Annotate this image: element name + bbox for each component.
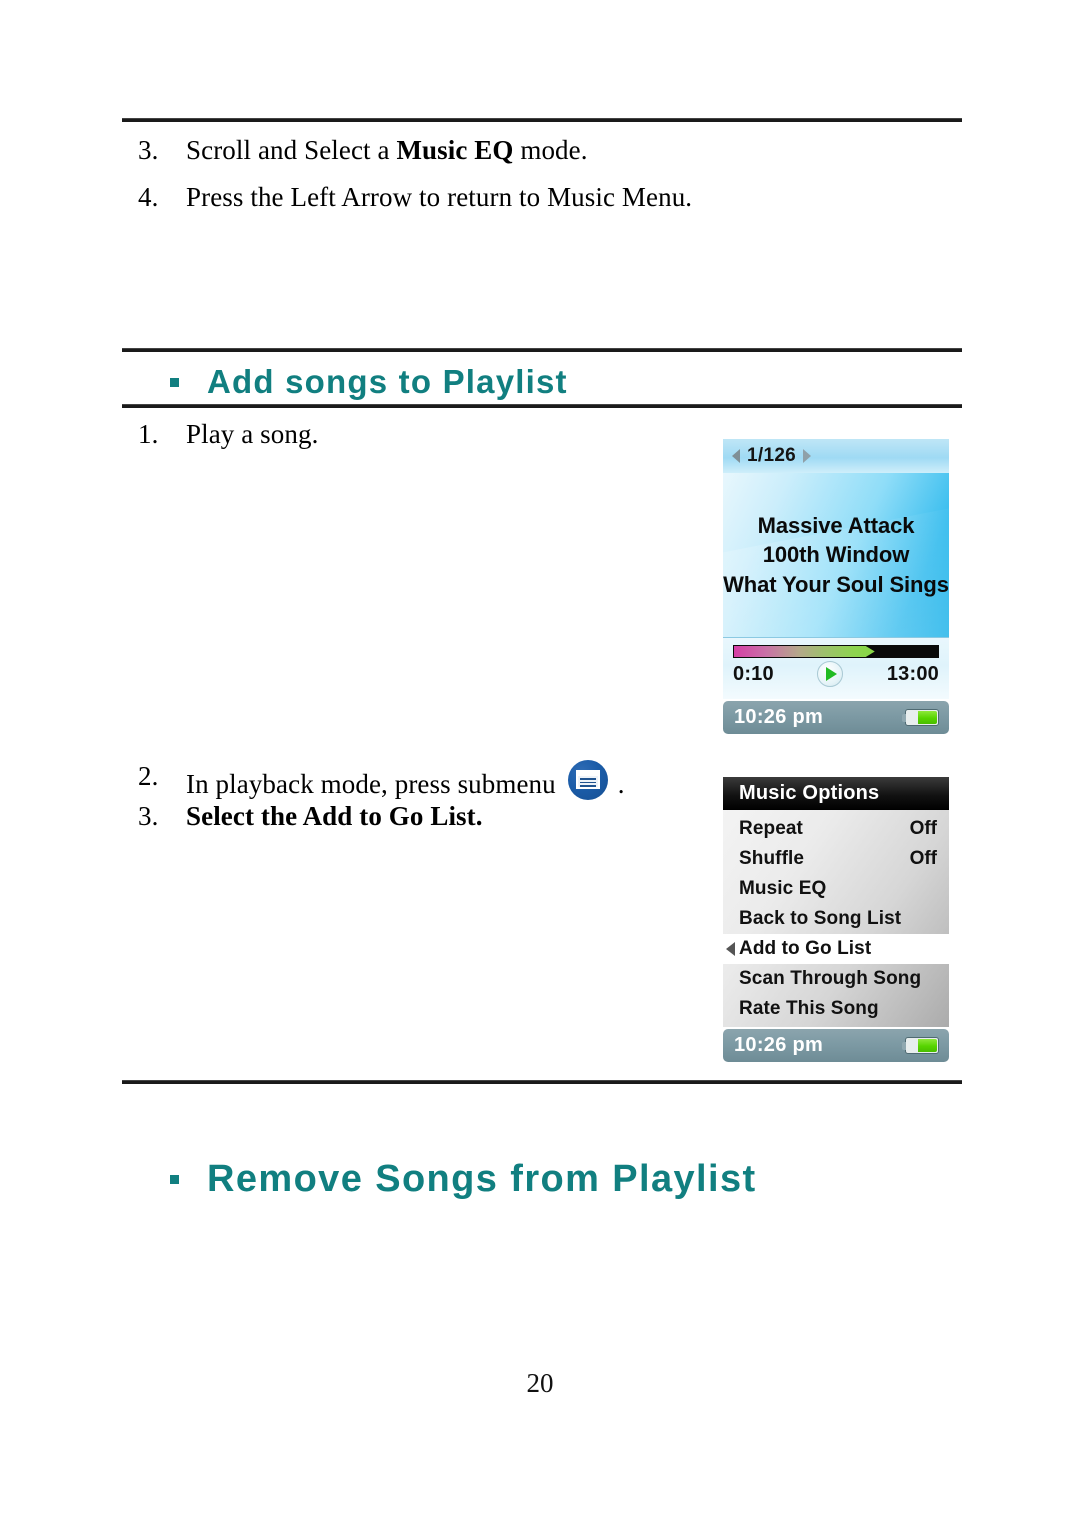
step-number: 4.: [138, 182, 159, 212]
menu-list: Repeat Off Shuffle Off Music EQ Back to …: [723, 810, 949, 1027]
document-page: 3. Scroll and Select a Music EQ mode. 4.…: [0, 0, 1080, 1533]
step-1-play-a-song: 1. Play a song.: [138, 418, 318, 452]
step-number: 2.: [138, 761, 159, 791]
heading-text: Add songs to Playlist: [207, 363, 568, 400]
step-text: Press the Left Arrow to return to Music …: [186, 182, 693, 212]
clock: 10:26 pm: [734, 1034, 824, 1056]
menu-status-bar: 10:26 pm: [723, 1029, 949, 1062]
step-bold: Add to Go List.: [302, 801, 483, 831]
menu-item-label: Shuffle: [739, 848, 805, 869]
elapsed-time: 0:10: [733, 662, 774, 685]
step-text: Play a song.: [186, 419, 319, 449]
rule-above-add-heading: [122, 348, 962, 352]
menu-item-label: Repeat: [739, 818, 803, 839]
step-number: 3.: [138, 801, 159, 831]
rule-top: [122, 118, 962, 122]
step-4-left-arrow: 4. Press the Left Arrow to return to Mus…: [138, 181, 692, 215]
step-text: Scroll and Select a Music EQ mode.: [186, 135, 588, 165]
step-text: In playback mode, press submenu.: [186, 760, 625, 802]
album-name: 100th Window: [762, 542, 910, 568]
album-art-panel: Massive Attack 100th Window What Your So…: [723, 473, 949, 637]
step-3-music-eq: 3. Scroll and Select a Music EQ mode.: [138, 134, 588, 168]
submenu-glyph: [575, 770, 600, 789]
triangle-left-icon[interactable]: [732, 449, 740, 463]
track-name: What Your Soul Sings: [723, 571, 949, 597]
square-bullet-icon: [170, 377, 179, 387]
menu-item-label: Music EQ: [739, 878, 827, 899]
menu-item-value: Off: [909, 818, 937, 839]
square-bullet-icon: [170, 1175, 179, 1184]
player-screenshot: 1/126 Massive Attack 100th Window What Y…: [723, 439, 949, 734]
step-2-press-submenu: 2. In playback mode, press submenu.: [138, 760, 625, 802]
battery-icon: [902, 709, 939, 726]
heading-remove-songs-from-playlist: Remove Songs from Playlist: [170, 1158, 757, 1201]
menu-item-back-to-song-list[interactable]: Back to Song List: [723, 904, 949, 934]
heading-add-songs-to-playlist: Add songs to Playlist: [170, 363, 568, 401]
menu-item-label: Add to Go List: [739, 938, 872, 959]
step-number: 3.: [138, 135, 159, 165]
step-text-prefix-bold: Select the: [186, 801, 303, 831]
track-position: 1/126: [747, 445, 797, 466]
progress-bar-fill: [734, 646, 875, 657]
menu-item-add-to-go-list[interactable]: Add to Go List: [723, 934, 949, 964]
clock: 10:26 pm: [734, 706, 824, 728]
page-number: 20: [526, 1368, 554, 1398]
menu-item-music-eq[interactable]: Music EQ: [723, 874, 949, 904]
rule-below-add-heading: [122, 404, 962, 408]
music-options-screenshot: Music Options Repeat Off Shuffle Off Mus…: [723, 777, 949, 1062]
menu-item-shuffle[interactable]: Shuffle Off: [723, 844, 949, 874]
progress-panel: 0:10 13:00: [723, 637, 949, 699]
menu-item-rate-this-song[interactable]: Rate This Song: [723, 994, 949, 1024]
battery-icon: [902, 1037, 939, 1054]
step-text: Select the Add to Go List.: [186, 800, 483, 834]
submenu-icon: [567, 760, 608, 800]
player-status-bar: 10:26 pm: [723, 701, 949, 734]
step-bold: Music EQ: [396, 135, 514, 165]
menu-title: Music Options: [739, 782, 880, 804]
artist-name: Massive Attack: [757, 513, 915, 539]
total-time: 13:00: [886, 662, 939, 685]
step-3-select-add-to-go-list: 3. Select the Add to Go List.: [138, 800, 483, 834]
menu-item-scan-through-song[interactable]: Scan Through Song: [723, 964, 949, 994]
step-number: 1.: [138, 419, 159, 449]
rule-below-menu-section: [122, 1080, 962, 1084]
triangle-left-icon: [726, 942, 735, 956]
menu-item-label: Rate This Song: [739, 998, 879, 1019]
progress-bar[interactable]: [733, 645, 939, 658]
play-icon[interactable]: [817, 661, 844, 687]
menu-item-label: Back to Song List: [739, 908, 902, 929]
menu-item-repeat[interactable]: Repeat Off: [723, 814, 949, 844]
heading-text: Remove Songs from Playlist: [207, 1158, 757, 1200]
menu-header: Music Options: [723, 777, 949, 810]
menu-item-value: Off: [909, 848, 937, 869]
menu-item-label: Scan Through Song: [739, 968, 922, 989]
triangle-right-icon[interactable]: [803, 449, 812, 463]
player-header: 1/126: [723, 439, 949, 473]
time-row: 0:10 13:00: [733, 661, 939, 687]
